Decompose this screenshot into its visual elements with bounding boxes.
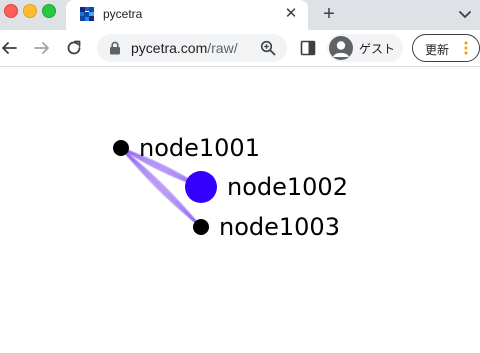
zoom-icon[interactable] [260, 40, 276, 56]
close-window-button[interactable] [4, 4, 18, 18]
network-graph: node1001 node1002 node1003 [113, 134, 348, 241]
profile-label: ゲスト [359, 42, 396, 56]
update-label: 更新 [425, 43, 450, 57]
graph-node-node1003[interactable] [193, 219, 209, 235]
maximize-window-button[interactable] [42, 4, 56, 18]
side-panel-icon[interactable] [300, 40, 316, 56]
close-tab-icon[interactable]: ✕ [282, 5, 300, 23]
browser-toolbar: pycetra.com/raw/ ゲスト 更新 [0, 30, 480, 67]
tab-title: pycetra [103, 7, 143, 21]
reload-icon[interactable] [64, 38, 84, 58]
minimize-window-button[interactable] [23, 4, 37, 18]
more-menu-icon[interactable] [463, 41, 469, 55]
update-button[interactable]: 更新 [412, 34, 480, 62]
browser-tab[interactable]: pycetra ✕ [66, 0, 308, 30]
address-bar[interactable]: pycetra.com/raw/ [97, 34, 287, 62]
chevron-down-icon[interactable] [456, 5, 474, 23]
lock-icon[interactable] [109, 41, 121, 55]
page-content: node1001 node1002 node1003 [0, 67, 480, 353]
pycetra-favicon-icon [80, 7, 94, 21]
new-tab-icon[interactable]: + [318, 3, 340, 25]
back-arrow-icon[interactable] [0, 38, 20, 58]
graph-node-node1002[interactable] [185, 171, 217, 203]
profile-button[interactable]: ゲスト [327, 34, 403, 62]
graph-node-label-node1002: node1002 [227, 173, 348, 201]
url-text[interactable]: pycetra.com/raw/ [131, 40, 238, 56]
forward-arrow-icon[interactable] [32, 38, 52, 58]
graph-node-node1001[interactable] [113, 140, 129, 156]
graph-node-label-node1003: node1003 [219, 213, 340, 241]
avatar-icon [329, 36, 353, 60]
tab-strip: pycetra ✕ + [0, 0, 480, 30]
graph-node-label-node1001: node1001 [139, 134, 260, 162]
